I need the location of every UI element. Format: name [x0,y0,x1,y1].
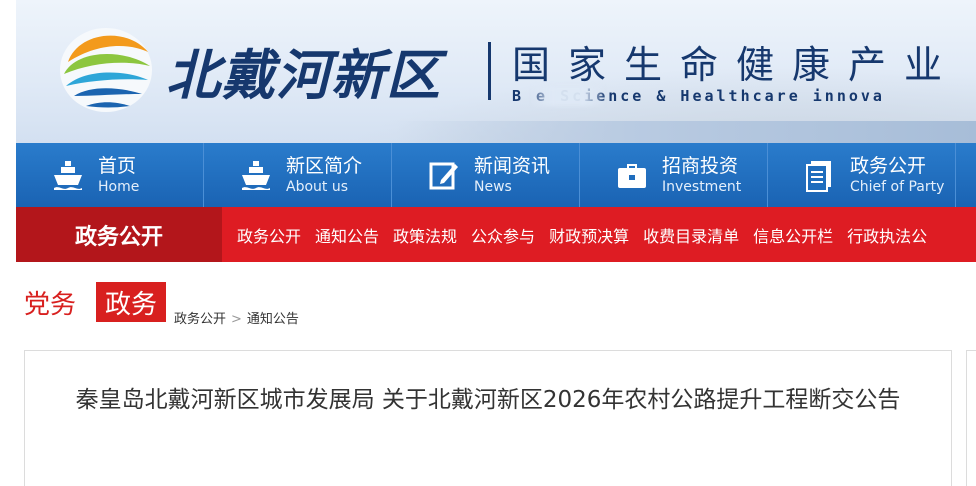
nav-label-en: Investment [662,178,742,195]
site-logo-icon[interactable] [56,22,156,118]
sub-nav-title: 政务公开 [16,207,222,262]
banner-sea-decoration [396,121,976,143]
tab-government-affairs[interactable]: 政务 [96,282,166,322]
breadcrumb-link[interactable]: 通知公告 [247,312,299,327]
nav-label-cn: 政务公开 [850,154,927,177]
sub-nav-link[interactable]: 政策法规 [393,223,457,247]
sub-nav: 政务公开 政务公开 通知公告 政策法规 公众参与 财政预决算 收费目录清单 信息… [16,207,976,262]
ship-icon [238,157,274,193]
nav-label-en: Home [98,178,140,195]
document-icon [802,157,838,193]
edit-icon [426,157,462,193]
nav-item-about[interactable]: 新区简介 About us [204,143,392,207]
breadcrumb-separator: > [231,312,242,327]
sub-nav-link[interactable]: 政务公开 [237,223,301,247]
ship-icon [50,157,86,193]
page: 北戴河新区 国家生命健康产业 B e Science & Healthcare … [0,0,976,486]
nav-label-cn: 新闻资讯 [474,154,551,177]
nav-item-home[interactable]: 首页 Home [16,143,204,207]
sub-nav-link[interactable]: 信息公开栏 [753,223,833,247]
sub-nav-links: 政务公开 通知公告 政策法规 公众参与 财政预决算 收费目录清单 信息公开栏 行… [222,223,934,247]
article-card: 秦皇岛北戴河新区城市发展局 关于北戴河新区2026年农村公路提升工程断交公告 [24,350,952,486]
main-nav: 首页 Home 新区简介 About us 新闻资讯 News 招商投资 Inv… [16,143,976,207]
nav-label-en: Chief of Party [850,178,945,195]
site-banner: 北戴河新区 国家生命健康产业 B e Science & Healthcare … [16,0,976,143]
breadcrumb: 政务公开 > 通知公告 [174,308,299,327]
sub-nav-link[interactable]: 通知公告 [315,223,379,247]
sub-nav-link[interactable]: 公众参与 [471,223,535,247]
article-title: 秦皇岛北戴河新区城市发展局 关于北戴河新区2026年农村公路提升工程断交公告 [75,387,901,413]
nav-label-en: About us [286,178,349,195]
logo-name-calligraphy: 北戴河新区 [166,42,441,107]
nav-item-investment[interactable]: 招商投资 Investment [580,143,768,207]
briefcase-icon [614,157,650,193]
nav-label-cn: 首页 [98,154,137,177]
nav-item-news[interactable]: 新闻资讯 News [392,143,580,207]
nav-label-cn: 招商投资 [662,154,739,177]
section-header: 党务 政务 政务公开 > 通知公告 [24,280,964,328]
blurred-text-region [532,86,604,106]
logo-divider [488,42,491,100]
sub-nav-link[interactable]: 财政预决算 [549,223,629,247]
sub-nav-link[interactable]: 收费目录清单 [643,223,739,247]
tab-party-affairs[interactable]: 党务 [24,284,76,321]
sub-nav-link[interactable]: 行政执法公 [847,223,927,247]
breadcrumb-link[interactable]: 政务公开 [174,312,226,327]
nav-label-cn: 新区简介 [286,154,363,177]
banner-title: 国家生命健康产业 [512,43,961,87]
nav-item-government[interactable]: 政务公开 Chief of Party [768,143,956,207]
nav-label-en: News [474,178,512,195]
sidebar-card-edge [966,350,976,486]
